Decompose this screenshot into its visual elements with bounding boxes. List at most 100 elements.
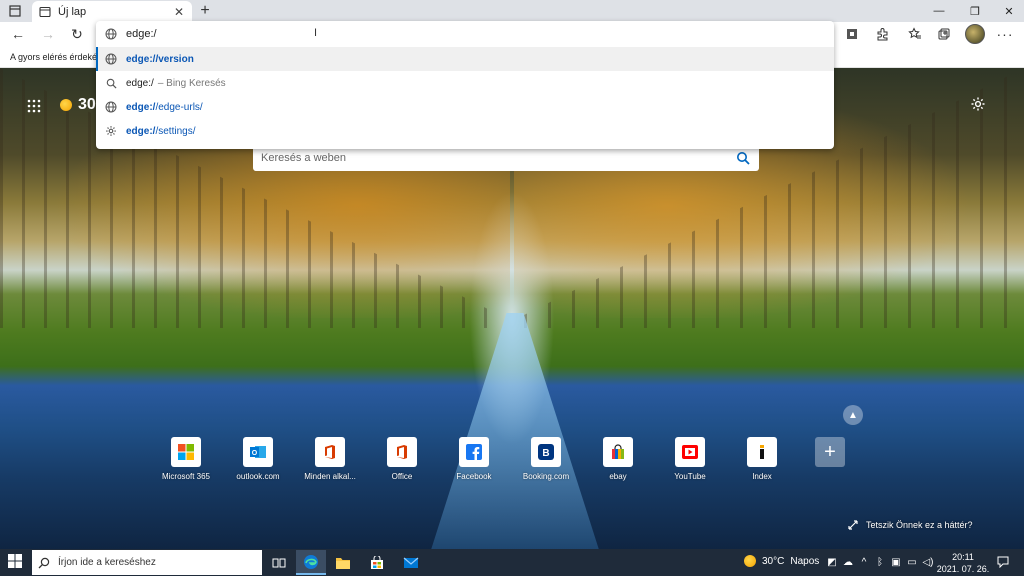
sun-icon: [744, 555, 756, 567]
ebay-bag-icon: [603, 437, 633, 467]
background-feedback-text: Tetszik Önnek ez a háttér?: [866, 520, 973, 530]
edge-icon: [304, 554, 318, 569]
suggestion-edge-settings[interactable]: edge://settings/: [96, 119, 834, 143]
clock-time: 20:11: [952, 552, 974, 562]
tab-title: Új lap: [58, 5, 87, 18]
add-quick-link-button[interactable]: +: [794, 437, 866, 467]
system-tray: ◩ ☁ ^ ᛒ ▣ ▭ ◁): [826, 555, 934, 569]
settings-and-more-button[interactable]: ···: [995, 24, 1015, 44]
mail-icon: [403, 557, 419, 568]
suggestion-text-rest: /settings/: [155, 125, 196, 137]
new-tab-favicon-icon: [38, 5, 52, 19]
taskbar-mail[interactable]: [396, 550, 426, 575]
address-bar-input[interactable]: edge:/: [126, 28, 157, 40]
quick-link-all-apps[interactable]: Minden alkal...: [294, 437, 366, 481]
tray-chevron-icon[interactable]: ^: [858, 555, 870, 569]
antivirus-icon[interactable]: ▣: [890, 555, 902, 569]
minimize-button[interactable]: —: [922, 0, 956, 22]
quick-link-index[interactable]: Index: [726, 437, 798, 481]
tab-actions-button[interactable]: [6, 3, 24, 19]
quick-link-outlook[interactable]: O outlook.com: [222, 437, 294, 481]
app-launcher-icon[interactable]: [26, 98, 42, 114]
background-water: [430, 313, 600, 549]
taskbar-edge[interactable]: [296, 550, 326, 575]
folder-icon: [336, 557, 350, 569]
suggestion-text-rest: /edge-urls/: [155, 101, 203, 113]
task-view-button[interactable]: [264, 550, 294, 575]
expand-icon: [848, 520, 858, 530]
tab-actions-icon: [9, 5, 21, 17]
taskbar-weather[interactable]: 30°C Napos: [744, 555, 819, 567]
search-icon: [104, 76, 118, 90]
globe-icon: [104, 27, 118, 41]
tab-new-tab[interactable]: Új lap ✕: [32, 1, 192, 22]
suggestion-text: edge://version: [126, 53, 194, 65]
pen-workspace-icon[interactable]: ◩: [826, 555, 838, 569]
suggestion-text-bold: edge:/: [126, 125, 156, 137]
quick-link-label: ebay: [609, 472, 627, 481]
quick-link-facebook[interactable]: Facebook: [438, 437, 510, 481]
taskbar-file-explorer[interactable]: [328, 550, 358, 575]
web-search-input[interactable]: Keresés a weben: [261, 152, 735, 164]
taskbar-weather-condition: Napos: [790, 555, 820, 567]
network-icon[interactable]: ▭: [906, 555, 918, 569]
close-window-button[interactable]: ✕: [992, 0, 1024, 22]
globe-icon: [104, 100, 118, 114]
search-icon[interactable]: [735, 150, 751, 166]
globe-icon: [104, 52, 118, 66]
onedrive-cloud-icon[interactable]: ☁: [842, 555, 854, 569]
start-button[interactable]: [8, 554, 24, 570]
index-icon: [747, 437, 777, 467]
extensions-icon[interactable]: [872, 24, 892, 44]
favorites-icon[interactable]: [905, 24, 925, 44]
quick-link-label: Office: [391, 472, 413, 481]
notification-center-icon[interactable]: [996, 555, 1010, 569]
suggestion-edge-urls[interactable]: edge://edge-urls/: [96, 95, 834, 119]
quick-links: Microsoft 365 O outlook.com Minden alkal…: [150, 437, 870, 487]
tab-close-icon[interactable]: ✕: [172, 5, 186, 19]
background-feedback[interactable]: Tetszik Önnek ez a háttér?: [848, 520, 973, 530]
youtube-icon: [675, 437, 705, 467]
svg-text:B: B: [542, 448, 549, 459]
store-bag-icon: [371, 555, 383, 569]
scroll-up-chevron-icon[interactable]: ▲: [843, 405, 863, 425]
windows-taskbar: Írjon ide a kereséshez 30°C Napos ◩ ☁ ^ …: [0, 549, 1024, 576]
read-aloud-icon[interactable]: [842, 24, 862, 44]
taskbar-search-box[interactable]: Írjon ide a kereséshez: [32, 550, 262, 575]
ntp-weather[interactable]: 30: [60, 96, 96, 114]
quick-link-label: Minden alkal...: [304, 472, 356, 481]
quick-link-youtube[interactable]: YouTube: [654, 437, 726, 481]
quick-link-microsoft-365[interactable]: Microsoft 365: [150, 437, 222, 481]
taskbar-clock[interactable]: 20:11 2021. 07. 26.: [936, 551, 990, 575]
page-settings-gear-icon[interactable]: [969, 95, 987, 113]
refresh-button[interactable]: ↻: [67, 25, 87, 43]
gear-icon: [104, 124, 118, 138]
taskbar-search-input[interactable]: Írjon ide a kereséshez: [58, 557, 156, 568]
suggestion-text-bold: edge:/: [126, 101, 156, 113]
suggestion-subtext: – Bing Keresés: [157, 77, 226, 89]
back-button[interactable]: ←: [8, 25, 28, 43]
bluetooth-icon[interactable]: ᛒ: [874, 555, 886, 569]
taskbar-store[interactable]: [362, 550, 392, 575]
quick-link-label: YouTube: [674, 472, 706, 481]
tab-strip: Új lap ✕ + — ❐ ✕: [0, 0, 1024, 22]
office-icon: [387, 437, 417, 467]
quick-link-label: Index: [752, 472, 772, 481]
windows-logo-icon: [8, 554, 22, 568]
quick-link-office[interactable]: Office: [366, 437, 438, 481]
address-bar[interactable]: edge:/: [96, 21, 834, 47]
quick-link-booking[interactable]: B Booking.com: [510, 437, 582, 481]
quick-link-ebay[interactable]: ebay: [582, 437, 654, 481]
collections-icon[interactable]: [934, 24, 954, 44]
new-tab-button[interactable]: +: [196, 2, 214, 20]
profile-avatar[interactable]: [965, 24, 985, 44]
restore-button[interactable]: ❐: [958, 0, 992, 22]
volume-icon[interactable]: ◁): [922, 555, 934, 569]
text-cursor-icon: I: [314, 27, 318, 39]
quick-link-label: Microsoft 365: [161, 472, 211, 481]
quick-link-label: Booking.com: [522, 472, 570, 481]
taskbar-weather-temp: 30°C: [762, 555, 785, 567]
forward-button[interactable]: →: [38, 25, 58, 43]
suggestion-bing-search[interactable]: edge:/ – Bing Keresés: [96, 71, 834, 95]
suggestion-edge-version[interactable]: edge://version: [96, 47, 834, 71]
